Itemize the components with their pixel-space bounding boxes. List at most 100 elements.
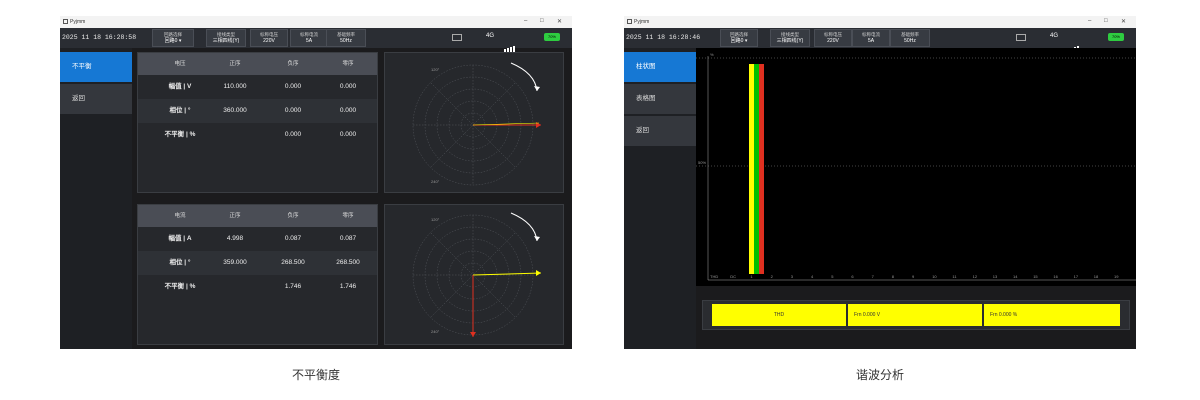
voltage-phasor-diagram bbox=[412, 62, 541, 186]
polar-label-120: 120° bbox=[431, 217, 440, 222]
wiring-type[interactable]: 接线类型 三相四线(Y) bbox=[206, 29, 246, 47]
table-cell: 0.000 bbox=[339, 107, 357, 114]
wiring-type[interactable]: 接线类型 三相四线(Y) bbox=[770, 29, 810, 47]
table-header-cell: 电压 bbox=[174, 61, 186, 67]
nominal-voltage[interactable]: 标称电压 220V bbox=[250, 29, 288, 47]
x-tick-label: 7 bbox=[871, 274, 874, 279]
header-bar: 2025 11 18 16:28:58 回路选择 回路0 ▾ 接线类型 三相四线(Y… bbox=[60, 28, 572, 52]
polar-label-120: 120° bbox=[431, 67, 440, 72]
thd-readout[interactable]: THD bbox=[712, 304, 846, 326]
wiring-value: 三相四线(Y) bbox=[776, 38, 804, 44]
voltage-value: 220V bbox=[263, 38, 275, 44]
datetime: 2025 11 18 16:28:58 bbox=[62, 34, 137, 41]
x-tick-label: 4 bbox=[811, 274, 814, 279]
close-icon[interactable]: ✕ bbox=[557, 18, 562, 25]
minimize-icon[interactable]: – bbox=[1088, 18, 1091, 24]
current-label: 标称电流 bbox=[862, 32, 880, 37]
base-frequency[interactable]: 基础频率 50Hz bbox=[890, 29, 930, 47]
header-bar: 2025 11 18 16:28:46 回路选择 回路0 ▾ 接线类型 三相四线(Y… bbox=[624, 28, 1136, 52]
sidebar-item-back[interactable]: 返回 bbox=[624, 116, 696, 146]
x-tick-label: 13 bbox=[992, 274, 998, 279]
x-tick-label: 18 bbox=[1093, 274, 1099, 279]
x-tick-label: THD bbox=[710, 274, 719, 279]
row-label: 幅值 | V bbox=[168, 83, 192, 90]
minimize-icon[interactable]: – bbox=[524, 18, 527, 24]
x-tick-label: 19 bbox=[1114, 274, 1119, 279]
table-cell: 268.500 bbox=[281, 259, 305, 266]
x-tick-label: 5 bbox=[831, 274, 834, 279]
sidebar-item-back[interactable]: 返回 bbox=[60, 84, 132, 114]
table-header-cell: 零序 bbox=[342, 61, 354, 67]
battery-icon: 70% bbox=[1108, 33, 1124, 41]
close-icon[interactable]: ✕ bbox=[1121, 18, 1126, 25]
wiring-value: 三相四线(Y) bbox=[212, 38, 240, 44]
signal-icon bbox=[504, 34, 516, 52]
table-header: 电流 正序 负序 零序 bbox=[138, 205, 377, 227]
current-table-panel: 电流 正序 负序 零序 幅值 | A 4.998 0.087 0.087 相位 … bbox=[137, 204, 378, 345]
x-tick-label: 11 bbox=[952, 274, 957, 279]
loop-select[interactable]: 回路选择 回路0 ▾ bbox=[152, 29, 194, 47]
sidebar-item-unbalance[interactable]: 不平衡 bbox=[60, 52, 132, 82]
frequency-label: 基础频率 bbox=[901, 32, 919, 37]
voltage-phasor-panel: 120° 240° bbox=[384, 52, 564, 193]
wiring-label: 接线类型 bbox=[217, 32, 235, 37]
table-cell: 0.087 bbox=[284, 235, 302, 242]
row-label: 相位 | ° bbox=[169, 259, 191, 266]
table-cell: 0.000 bbox=[339, 83, 357, 90]
base-frequency[interactable]: 基础频率 50Hz bbox=[326, 29, 366, 47]
table-row: 不平衡 | % 1.746 1.746 bbox=[138, 275, 377, 299]
table-cell: 0.000 bbox=[284, 131, 302, 138]
table-cell: 1.746 bbox=[339, 283, 357, 290]
table-row: 不平衡 | % 0.000 0.000 bbox=[138, 123, 377, 147]
wiring-label: 接线类型 bbox=[781, 32, 799, 37]
caption-harmonic: 谐波分析 bbox=[855, 368, 904, 382]
table-header: 电压 正序 负序 零序 bbox=[138, 53, 377, 75]
nominal-voltage[interactable]: 标称电压 220V bbox=[814, 29, 852, 47]
voltage-readout[interactable]: Frn 0.000 V bbox=[848, 304, 982, 326]
loop-value: 回路0 ▾ bbox=[164, 38, 182, 44]
x-tick-label: 17 bbox=[1073, 274, 1079, 279]
maximize-icon[interactable]: □ bbox=[540, 18, 544, 24]
row-label: 相位 | ° bbox=[169, 107, 191, 114]
table-header-cell: 电流 bbox=[174, 213, 186, 219]
x-tick-label: 6 bbox=[851, 274, 854, 279]
current-label: 标称电流 bbox=[300, 32, 318, 37]
sidebar: 不平衡 返回 bbox=[60, 48, 132, 349]
app-icon bbox=[63, 19, 68, 24]
loop-select[interactable]: 回路选择 回路0 ▾ bbox=[720, 29, 758, 47]
unbalance-screenshot: Pyjmm – □ ✕ 2025 11 18 16:28:58 回路选择 回路0 … bbox=[60, 16, 572, 349]
app-title: Pyjmm bbox=[634, 19, 650, 25]
voltage-label: 标称电压 bbox=[824, 32, 842, 37]
table-header-cell: 正序 bbox=[229, 61, 241, 67]
table-header-cell: 负序 bbox=[287, 61, 299, 67]
row-label: 幅值 | A bbox=[168, 235, 192, 242]
table-cell: 0.000 bbox=[284, 107, 302, 114]
current-phasor-diagram bbox=[412, 212, 542, 337]
nominal-current[interactable]: 标称电流 5A bbox=[852, 29, 890, 47]
nominal-current[interactable]: 标称电流 5A bbox=[290, 29, 328, 47]
loop-value: 回路0 ▾ bbox=[730, 38, 748, 44]
x-tick-label: 1 bbox=[750, 274, 753, 279]
frequency-value: 50Hz bbox=[340, 38, 352, 44]
voltage-label: 标称电压 bbox=[260, 32, 278, 37]
sidebar-item-table-chart[interactable]: 表格图 bbox=[624, 84, 696, 114]
x-tick-label: 14 bbox=[1013, 274, 1018, 279]
harmonic-screenshot: Pyjmm – □ ✕ 2025 11 18 16:28:46 回路选择 回路0 … bbox=[624, 16, 1136, 349]
app-title: Pyjmm bbox=[70, 19, 86, 25]
voltage-value: 220V bbox=[827, 38, 839, 44]
y-label-mid: 50% bbox=[698, 160, 707, 165]
maximize-icon[interactable]: □ bbox=[1104, 18, 1108, 24]
loop-label: 回路选择 bbox=[164, 32, 182, 37]
table-row: 幅值 | A 4.998 0.087 0.087 bbox=[138, 227, 377, 251]
percent-readout[interactable]: Frn 0.000 % bbox=[984, 304, 1120, 326]
x-tick-label: 9 bbox=[912, 274, 915, 279]
table-cell: 110.000 bbox=[223, 83, 247, 90]
sidebar-item-bar-chart[interactable]: 柱状图 bbox=[624, 52, 696, 82]
table-row: 相位 | ° 359.000 268.500 268.500 bbox=[138, 251, 377, 275]
bar-phase-c bbox=[759, 64, 764, 274]
harmonic-chart-area: % 50% THD DC 1 2 3 4 5 6 7 8 9 10 11 12 13 14 15 16 17 18 19 bbox=[696, 48, 1136, 286]
y-label-top: % bbox=[710, 52, 714, 57]
x-tick-label: DC bbox=[730, 274, 736, 279]
x-tick-label: 12 bbox=[972, 274, 978, 279]
table-cell: 0.087 bbox=[339, 235, 357, 242]
